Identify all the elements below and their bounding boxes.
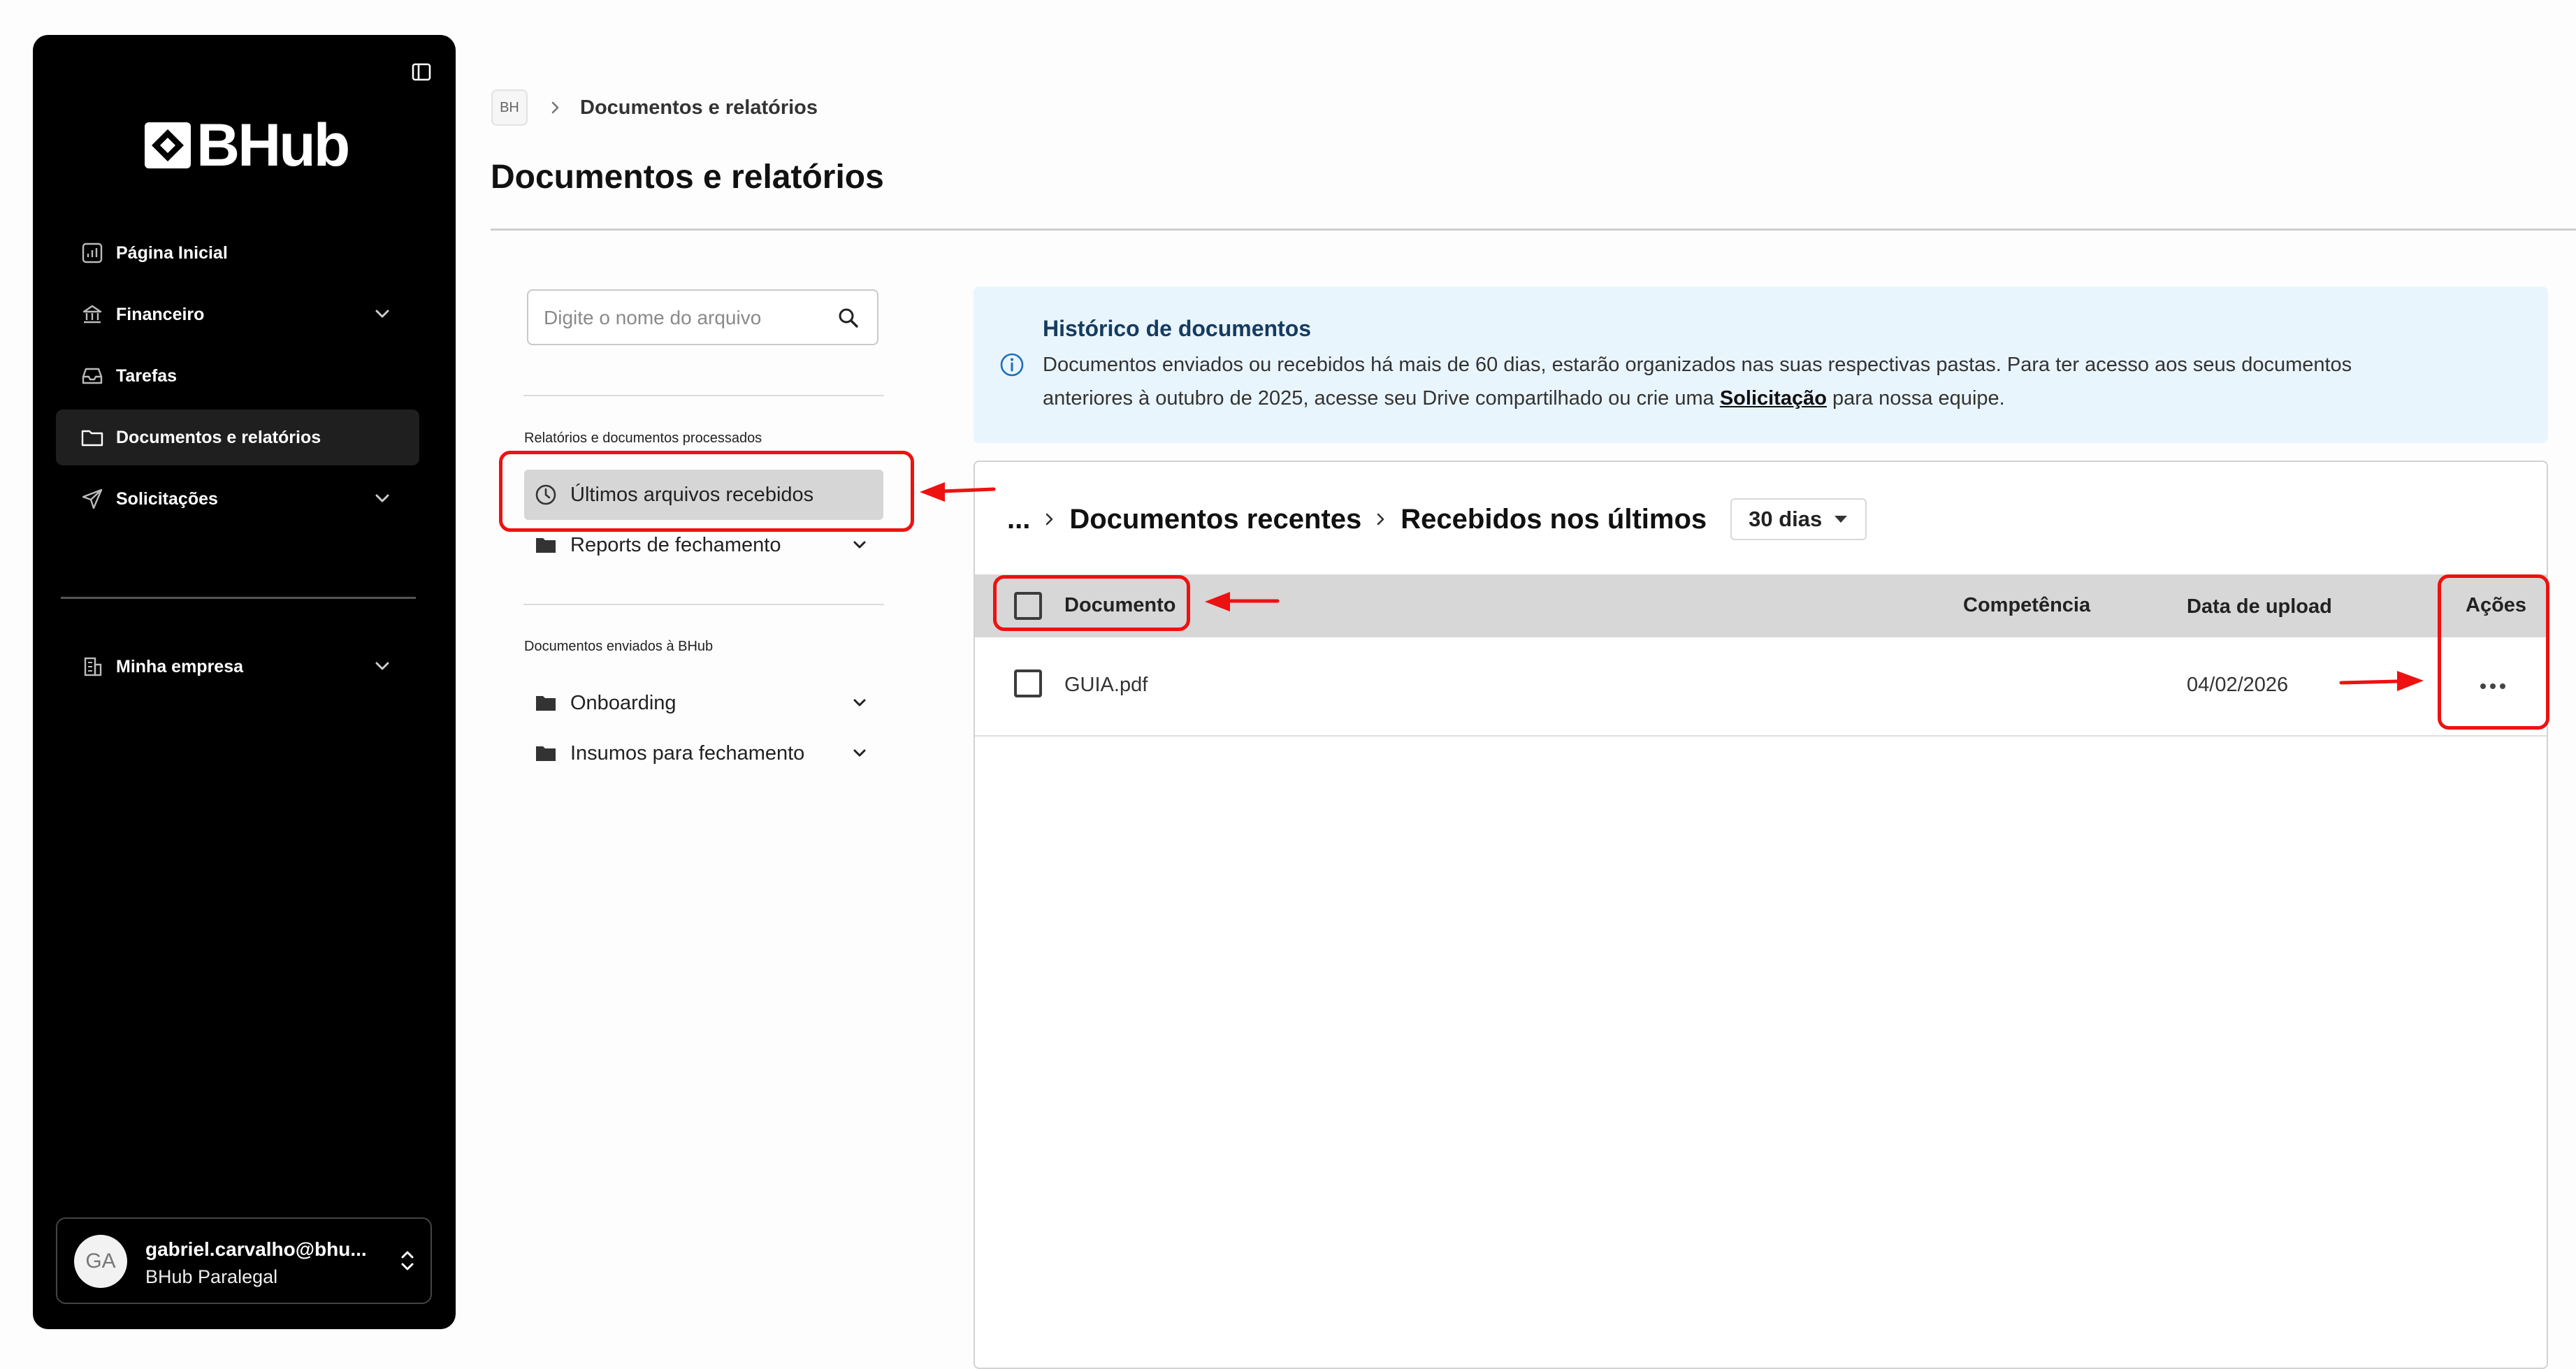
clock-icon (534, 483, 558, 507)
table-row[interactable]: GUIA.pdf 04/02/2026 (975, 637, 2547, 737)
building-icon (78, 653, 106, 681)
sidebar-item-financeiro[interactable]: Financeiro (56, 287, 419, 342)
sidebar-collapse-icon[interactable] (408, 59, 435, 85)
chevron-right-icon (1377, 513, 1384, 526)
more-actions-icon[interactable] (2476, 674, 2510, 699)
user-name: gabriel.carvalho@bhu... (145, 1238, 367, 1260)
chevron-up-down-icon[interactable] (397, 1247, 418, 1275)
chevron-down-icon[interactable] (848, 742, 871, 765)
sidebar-item-label: Solicitações (116, 488, 218, 509)
sidebar-item-pagina-inicial[interactable]: Página Inicial (56, 225, 419, 281)
info-banner: Histórico de documentos Documentos envia… (974, 287, 2548, 443)
documents-path: ... Documentos recentes Recebidos nos úl… (1007, 498, 1867, 540)
info-banner-text: Documentos enviados ou recebidos há mais… (1043, 348, 2510, 415)
sidebar-item-minha-empresa[interactable]: Minha empresa (56, 639, 419, 695)
document-upload-date: 04/02/2026 (2187, 674, 2289, 696)
chevron-down-icon[interactable] (370, 486, 394, 510)
table-header: Documento Competência Data de upload Açõ… (975, 574, 2547, 637)
bhub-logo-mark-icon (145, 122, 191, 168)
column-competencia[interactable]: Competência (1963, 594, 2090, 617)
chevron-down-icon[interactable] (848, 692, 871, 714)
sidebar-divider (61, 597, 416, 599)
search-field[interactable] (527, 289, 878, 345)
page-title: Documentos e relatórios (491, 159, 884, 196)
sidebar-nav-secondary: Minha empresa (56, 639, 419, 700)
logo-text: BHub (196, 112, 350, 179)
panel-divider (523, 395, 884, 396)
section-label-enviados: Documentos enviados à BHub (524, 639, 714, 654)
sidebar-item-label: Financeiro (116, 304, 205, 324)
tree-item-label: Últimos arquivos recebidos (570, 483, 814, 506)
documents-card: ... Documentos recentes Recebidos nos úl… (974, 461, 2548, 1369)
chevron-right-icon (1046, 513, 1053, 526)
info-icon (1000, 353, 1024, 377)
tree-item-reports-fechamento[interactable]: Reports de fechamento (524, 520, 883, 570)
info-banner-title: Histórico de documentos (1043, 316, 1312, 341)
folder-icon (78, 423, 106, 451)
days-dropdown[interactable]: 30 dias (1730, 498, 1867, 540)
column-data-upload[interactable]: Data de upload (2187, 595, 2332, 618)
sidebar: BHub Página Inicial Financeiro Tarefas D… (33, 35, 456, 1329)
path-ellipsis[interactable]: ... (1007, 504, 1030, 535)
tree-item-onboarding[interactable]: Onboarding (524, 678, 883, 728)
send-icon (78, 485, 106, 513)
select-all-checkbox[interactable] (1014, 592, 1042, 620)
path-recebidos: Recebidos nos últimos (1401, 503, 1707, 535)
search-input[interactable] (542, 302, 825, 334)
document-name[interactable]: GUIA.pdf (1064, 674, 1148, 697)
sidebar-item-solicitacoes[interactable]: Solicitações (56, 471, 419, 527)
search-icon[interactable] (835, 305, 862, 331)
sidebar-nav: Página Inicial Financeiro Tarefas Docume… (56, 225, 419, 533)
inbox-icon (78, 362, 106, 390)
chevron-down-icon[interactable] (370, 654, 394, 678)
user-company: BHub Paralegal (145, 1266, 278, 1287)
tree-item-ultimos-arquivos[interactable]: Últimos arquivos recebidos (524, 470, 883, 520)
bhub-logo: BHub (145, 112, 350, 179)
tree-item-insumos-fechamento[interactable]: Insumos para fechamento (524, 728, 883, 778)
chart-icon (78, 239, 106, 267)
user-menu[interactable]: GA gabriel.carvalho@bhu... BHub Paralega… (56, 1217, 432, 1304)
solicitacao-link[interactable]: Solicitação (1720, 387, 1827, 410)
chevron-down-icon[interactable] (370, 302, 394, 326)
header-divider (491, 229, 2576, 231)
breadcrumb-current[interactable]: Documentos e relatórios (580, 96, 818, 119)
folder-icon (534, 533, 558, 557)
column-acoes: Ações (2466, 594, 2527, 616)
info-banner-line2-end: para nossa equipe. (1826, 387, 2005, 410)
folder-icon (534, 691, 558, 715)
column-documento[interactable]: Documento (1064, 594, 1176, 617)
info-banner-line1: Documentos enviados ou recebidos há mais… (1043, 354, 2352, 376)
tree-item-label: Reports de fechamento (570, 533, 781, 556)
tree-item-label: Onboarding (570, 691, 676, 714)
row-checkbox[interactable] (1014, 669, 1042, 697)
breadcrumb-home[interactable]: BH (491, 89, 528, 126)
caret-down-icon (1835, 516, 1848, 523)
chevron-down-icon[interactable] (848, 534, 871, 556)
folder-icon (534, 741, 558, 765)
tree-item-label: Insumos para fechamento (570, 741, 805, 765)
chevron-right-icon (551, 101, 559, 114)
sidebar-item-label: Minha empresa (116, 656, 244, 676)
section-label-processados: Relatórios e documentos processados (524, 430, 762, 446)
sidebar-item-documentos[interactable]: Documentos e relatórios (56, 410, 419, 465)
sidebar-item-label: Tarefas (116, 365, 178, 386)
avatar: GA (74, 1235, 127, 1288)
info-banner-line2: anteriores à outubro de 2025, acesse seu… (1043, 387, 1720, 410)
bank-icon (78, 300, 106, 328)
path-documentos-recentes[interactable]: Documentos recentes (1069, 504, 1361, 535)
sidebar-item-label: Documentos e relatórios (116, 427, 321, 447)
days-dropdown-value: 30 dias (1749, 507, 1823, 531)
sidebar-item-tarefas[interactable]: Tarefas (56, 348, 419, 404)
sidebar-item-label: Página Inicial (116, 242, 228, 263)
panel-divider (523, 604, 884, 605)
